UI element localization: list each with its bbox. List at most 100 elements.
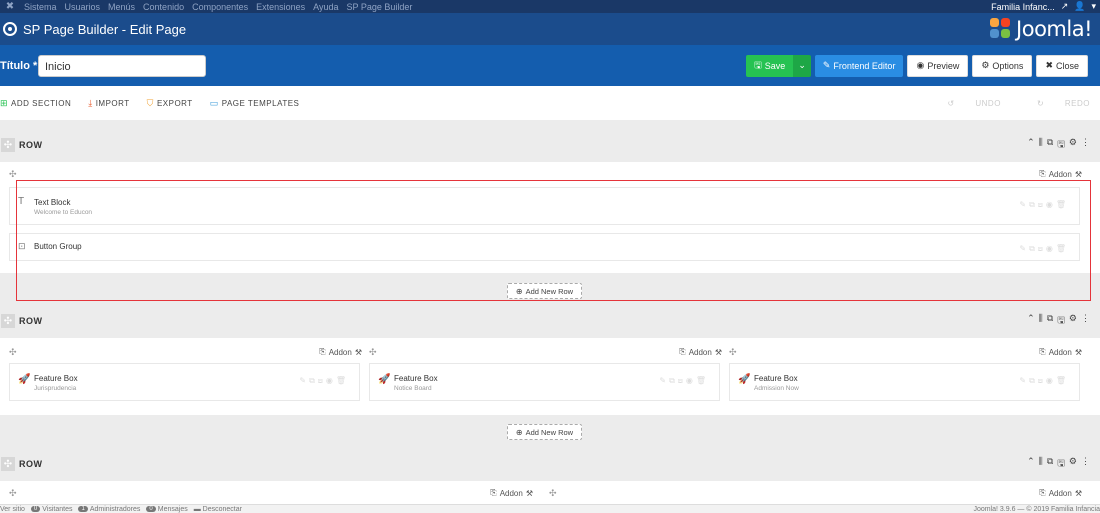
column-move-icon[interactable]: ✣ [9,347,17,358]
addon-feature-box[interactable]: 🚀 Feature Box Admission Now ✎⧉⧈◉🗑 [729,363,1080,401]
menu-item-menus[interactable]: Menús [108,2,135,12]
user-icon[interactable]: 👤 [1074,1,1085,12]
page-title: SP Page Builder - Edit Page [23,21,187,37]
addon-feature-box[interactable]: 🚀 Feature Box Jurisprudencia ✎⧉⧈◉🗑 [9,363,360,401]
logout-link[interactable]: ▬ Desconectar [194,506,242,513]
addon-actions-icons[interactable]: ✎⧉⧈◉🗑 [1019,244,1069,254]
page-templates-button[interactable]: ▭ PAGE TEMPLATES [210,98,300,109]
settings-icon[interactable]: ⚙ [1069,456,1077,472]
add-new-row-button[interactable]: ⊕ Add New Row [507,424,582,440]
addon-feature-box[interactable]: 🚀 Feature Box Notice Board ✎⧉⧈◉🗑 [369,363,720,401]
addon-subtitle: Admission Now [754,385,799,392]
visitors-status: 0 Visitantes [30,505,73,513]
tools-icon[interactable]: ⚒ [526,489,533,498]
add-new-row-button[interactable]: ⊕ Add New Row [507,283,582,299]
export-button[interactable]: ⛉ EXPORT [147,98,193,109]
columns-icon[interactable]: ⫼ [1039,137,1043,153]
save-row-icon[interactable]: 🖫 [1057,137,1065,153]
import-button[interactable]: ⤓ IMPORT [88,98,129,109]
save-button[interactable]: 🖫 Save [746,54,794,77]
columns-icon[interactable]: ⫼ [1039,313,1043,329]
collapse-icon[interactable]: ⌃ [1027,456,1035,472]
row-move-handle-icon[interactable]: ✣ [1,138,15,152]
save-row-icon[interactable]: 🖫 [1057,456,1065,472]
more-options-icon[interactable]: ⋮ [1081,313,1090,329]
add-addon-button[interactable]: ⎘ Addon ⚒ [676,347,722,357]
eye-icon: ◉ [916,60,925,70]
collapse-icon[interactable]: ⌃ [1027,313,1035,329]
messages-status[interactable]: 0 Mensajes [146,506,188,513]
add-addon-button[interactable]: ⎘ Addon ⚒ [316,347,362,357]
options-button[interactable]: ⚙ Options [972,54,1033,77]
menu-item-componentes[interactable]: Componentes [192,2,248,12]
joomla-menu-icon[interactable]: ✖ [4,1,16,12]
close-button[interactable]: ✖ Close [1036,54,1088,77]
columns-icon[interactable]: ⫼ [1039,456,1043,472]
add-addon-label: Addon [688,347,712,357]
addon-button-group[interactable]: ⊡ Button Group ✎⧉⧈◉🗑 [9,233,1080,261]
button-icon: ⊡ [18,241,26,251]
add-new-row-label: Add New Row [525,427,574,437]
user-menu-caret-icon[interactable]: ▾ [1091,1,1096,12]
row-move-handle-icon[interactable]: ✣ [1,457,15,471]
settings-icon[interactable]: ⚙ [1069,313,1077,329]
more-options-icon[interactable]: ⋮ [1081,137,1090,153]
add-addon-label: Addon [499,488,523,498]
more-options-icon[interactable]: ⋮ [1081,456,1090,472]
redo-button[interactable]: ↻ REDO [1019,99,1090,108]
addon-actions-icons[interactable]: ✎⧉⧈◉🗑 [1019,376,1069,386]
column-move-icon[interactable]: ✣ [729,347,737,358]
export-icon: ⛉ [146,97,154,108]
copy-icon[interactable]: ⧉ [1047,313,1053,329]
add-addon-button[interactable]: ⎘ Addon ⚒ [1036,169,1082,179]
row-tools: ⌃ ⫼ ⧉ 🖫 ⚙ ⋮ [1023,456,1090,472]
frontend-editor-button[interactable]: ✎ Frontend Editor [814,54,904,77]
column-move-icon[interactable]: ✣ [9,169,17,180]
addon-actions-icons[interactable]: ✎⧉⧈◉🗑 [1019,200,1069,210]
gear-icon: ⚙ [981,60,990,70]
addon-actions-icons[interactable]: ✎⧉⧈◉🗑 [659,376,709,386]
menu-item-contenido[interactable]: Contenido [143,2,184,12]
addon-actions-icons[interactable]: ✎⧉⧈◉🗑 [299,376,349,386]
add-addon-icon: ⎘ [1039,169,1046,178]
add-addon-button[interactable]: ⎘ Addon ⚒ [1036,488,1082,498]
row-move-handle-icon[interactable]: ✣ [1,314,15,328]
menu-item-extensiones[interactable]: Extensiones [256,2,305,12]
column-move-icon[interactable]: ✣ [549,488,557,499]
add-section-button[interactable]: ⊞ ADD SECTION [0,98,71,109]
menu-item-usuarios[interactable]: Usuarios [65,2,101,12]
collapse-icon[interactable]: ⌃ [1027,137,1035,153]
view-site-link[interactable]: Ver sitio [0,506,25,513]
column-move-icon[interactable]: ✣ [369,347,377,358]
menu-item-sp-page-builder[interactable]: SP Page Builder [347,2,413,12]
save-dropdown-button[interactable]: ⌄ [793,54,811,77]
add-addon-label: Addon [1048,347,1072,357]
copy-icon[interactable]: ⧉ [1047,137,1053,153]
visitors-label: Visitantes [42,505,73,513]
preview-button[interactable]: ◉ Preview [907,54,969,77]
tools-icon[interactable]: ⚒ [1075,348,1082,357]
external-link-icon[interactable]: ↗ [1061,1,1069,12]
tools-icon[interactable]: ⚒ [1075,170,1082,179]
joomla-logo: Joomla! [990,17,1092,41]
add-addon-button[interactable]: ⎘ Addon ⚒ [1036,347,1082,357]
tools-icon[interactable]: ⚒ [1075,489,1082,498]
menu-item-ayuda[interactable]: Ayuda [313,2,338,12]
column-move-icon[interactable]: ✣ [9,488,17,499]
menu-item-sistema[interactable]: Sistema [24,2,57,12]
save-row-icon[interactable]: 🖫 [1057,313,1065,329]
undo-button[interactable]: ↺ UNDO [929,99,1001,108]
site-name-link[interactable]: Familia Infanc... [991,2,1055,12]
copy-icon[interactable]: ⧉ [1047,456,1053,472]
tools-icon[interactable]: ⚒ [715,348,722,357]
close-label: Close [1055,60,1079,71]
add-addon-button[interactable]: ⎘ Addon ⚒ [487,488,533,498]
addon-text-block[interactable]: T Text Block Welcome to Educon ✎⧉⧈◉🗑 [9,187,1080,225]
tools-icon[interactable]: ⚒ [355,348,362,357]
title-input[interactable]: Inicio [38,54,206,77]
row-header: ✣ ROW ⌃ ⫼ ⧉ 🖫 ⚙ ⋮ [0,132,1100,158]
admins-label: Administradores [89,505,141,513]
add-addon-icon: ⎘ [1039,347,1046,356]
plus-square-icon: ⊞ [0,97,9,108]
settings-icon[interactable]: ⚙ [1069,137,1077,153]
